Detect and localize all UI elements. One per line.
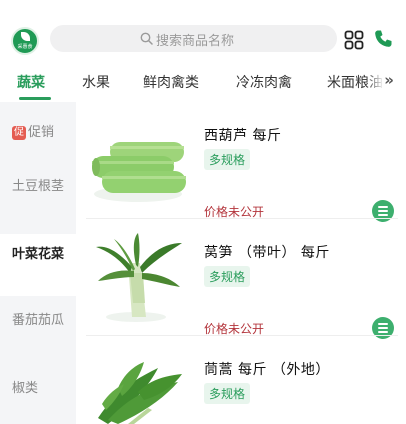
tab-fruit[interactable]: 水果 [82,72,110,92]
product-name: 莴笋 （带叶） 每斤 [204,245,330,261]
leaf-icon [21,32,30,41]
logo-text: 采惠食 [17,44,33,50]
double-chevron-right-icon: » [384,71,394,89]
product-name: 茼蒿 每斤 （外地） [204,362,330,378]
sidebar-item-potato-roots[interactable]: 土豆根茎 [0,178,76,218]
header-bar: 采惠食 搜索商品名称 [0,0,406,62]
search-icon [140,32,153,45]
tab-frozen-meat-poultry[interactable]: 冷冻肉禽 [236,72,292,92]
tab-vegetables[interactable]: 蔬菜 [17,72,45,92]
spec-badge[interactable]: 多规格 [204,383,251,404]
spec-badge[interactable]: 多规格 [204,149,251,170]
search-bar[interactable]: 搜索商品名称 [50,25,337,52]
product-name: 西葫芦 每斤 [204,128,282,144]
scan-grid-icon[interactable] [344,30,364,50]
app-logo[interactable]: 采惠食 [11,27,39,55]
product-list: 西葫芦 每斤 多规格 价格未公开 莴笋 （带叶） 每斤 多规格 价格未公开 茼蒿… [76,102,406,424]
promo-badge: 促 [12,126,26,140]
celtuce-image [96,233,182,322]
sidebar-item-peppers[interactable]: 椒类 [0,380,76,400]
sidebar-item-leafy-vegetables[interactable]: 叶菜花菜 [0,234,76,296]
sidebar-item-tomato-eggplant[interactable]: 番茄茄瓜 [0,312,76,352]
zucchini-image [92,142,186,202]
active-tab-indicator [19,97,51,100]
spec-badge[interactable]: 多规格 [204,266,251,287]
search-placeholder: 搜索商品名称 [156,34,235,49]
product-card[interactable]: 茼蒿 每斤 （外地） 多规格 [76,336,406,424]
tabs-more-button[interactable]: » [366,62,406,102]
crown-daisy-image [98,362,182,424]
sidebar-item-promotion[interactable]: 促促销 [0,124,76,154]
category-tabs: 蔬菜 水果 鲜肉禽类 冷冻肉禽 米面粮油 » [0,62,406,102]
product-card[interactable]: 莴笋 （带叶） 每斤 多规格 价格未公开 [76,219,406,339]
phone-icon[interactable] [372,28,394,50]
tab-fresh-meat-poultry[interactable]: 鲜肉禽类 [143,72,199,92]
sidebar-item-label: 促销 [28,125,55,140]
category-sidebar: 促促销 土豆根茎 叶菜花菜 番茄茄瓜 椒类 [0,102,76,424]
product-card[interactable]: 西葫芦 每斤 多规格 价格未公开 [76,102,406,222]
